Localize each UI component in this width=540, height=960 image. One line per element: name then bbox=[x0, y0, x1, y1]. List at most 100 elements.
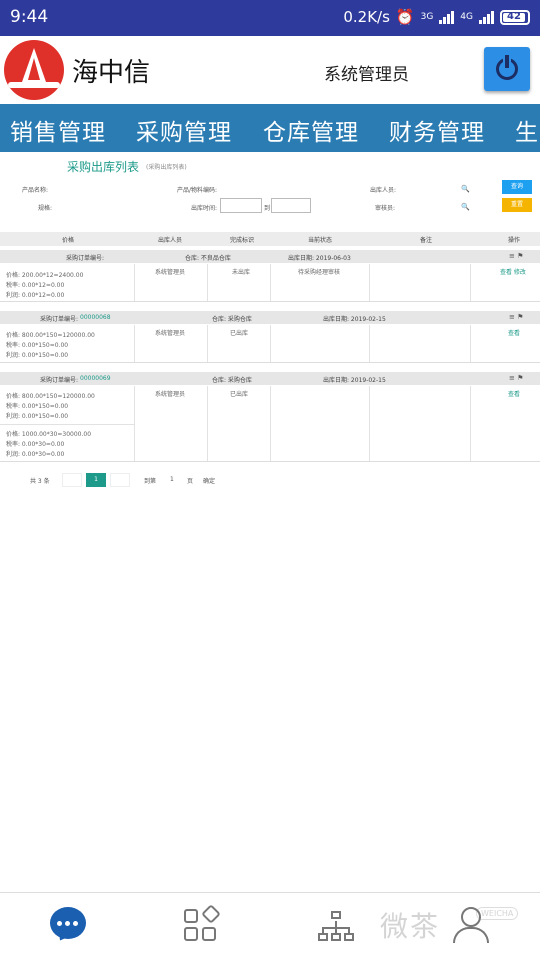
search-button[interactable]: 查询 bbox=[502, 180, 532, 194]
content-panel: 采购出库列表 (采购出库列表) 产品名称: 产品/物料编码: 出库人员: 🔍 查… bbox=[0, 152, 540, 464]
nav-item-warehouse[interactable]: 仓库管理 bbox=[263, 113, 359, 147]
order-group-body: 价格: 800.00*150=120000.00 税率: 0.00*150=0.… bbox=[0, 325, 540, 363]
logo-icon bbox=[4, 40, 64, 100]
completion-flag: 已出库 bbox=[230, 330, 249, 337]
brand-name: 海中信 bbox=[72, 58, 151, 88]
order-group-header: 采购订单编号: 仓库: 不良品仓库 出库日期: 2019-06-03 ≡ ⚑ bbox=[0, 250, 540, 263]
tax-line: 税率: 0.00*30=0.00 bbox=[6, 441, 65, 448]
table-header: 价格 出库人员 完成标识 当前状态 备注 操作 bbox=[0, 232, 540, 246]
tax-line: 税率: 0.00*150=0.00 bbox=[6, 403, 69, 410]
nav-item-production[interactable]: 生 bbox=[515, 113, 539, 147]
reset-button[interactable]: 重置 bbox=[502, 198, 532, 212]
battery-icon: 42 bbox=[500, 9, 530, 25]
profit-line: 利润: 0.00*30=0.00 bbox=[6, 451, 65, 458]
current-status: 待采购经理审核 bbox=[298, 269, 341, 276]
current-page[interactable]: 1 bbox=[86, 473, 106, 487]
alarm-icon: ⏰ bbox=[395, 8, 415, 26]
prev-page-button[interactable] bbox=[62, 473, 82, 487]
column-header: 当前状态 bbox=[308, 237, 333, 244]
warehouse: 仓库: 不良品仓库 bbox=[185, 255, 231, 262]
auditor-label: 审核员: bbox=[375, 205, 396, 212]
profit-line: 利润: 0.00*150=0.00 bbox=[6, 413, 69, 420]
spec-input[interactable] bbox=[52, 199, 147, 214]
tab-chat[interactable] bbox=[38, 903, 98, 953]
product-name-input[interactable] bbox=[52, 181, 147, 196]
search-icon[interactable]: 🔍 bbox=[461, 203, 470, 211]
order-no-label: 采购订单编号: bbox=[40, 377, 79, 384]
outbound-person-label: 出库人员: bbox=[370, 187, 397, 194]
current-user: 系统管理员 bbox=[324, 65, 409, 85]
product-name-label: 产品名称: bbox=[22, 187, 49, 194]
outbound-person-input[interactable] bbox=[398, 181, 458, 196]
next-page-button[interactable] bbox=[110, 473, 130, 487]
order-no-label: 采购订单编号: bbox=[66, 255, 105, 262]
logout-button[interactable] bbox=[484, 47, 530, 91]
main-nav: 销售管理 采购管理 仓库管理 财务管理 生 bbox=[0, 104, 540, 152]
outbound-time-label: 出库时间: bbox=[191, 205, 218, 212]
view-link[interactable]: 查看 bbox=[508, 328, 520, 337]
signal-label-2: 4G bbox=[460, 11, 473, 22]
chat-icon bbox=[50, 907, 86, 939]
spec-label: 规格: bbox=[38, 205, 53, 212]
page-label: 页 bbox=[187, 478, 194, 485]
price-line: 价格: 800.00*150=120000.00 bbox=[6, 393, 95, 400]
tax-line: 税率: 0.00*12=0.00 bbox=[6, 282, 65, 289]
goto-page-input[interactable]: 1 bbox=[170, 476, 174, 483]
tab-apps[interactable] bbox=[172, 903, 232, 953]
product-code-input[interactable] bbox=[222, 181, 322, 196]
status-icons: 0.2K/s ⏰ 3G 4G 42 bbox=[343, 8, 530, 26]
pagination: 共 3 条 1 到第 1 页 确定 bbox=[0, 470, 540, 490]
profit-line: 利润: 0.00*150=0.00 bbox=[6, 352, 69, 359]
outbound-person: 系统管理员 bbox=[155, 269, 186, 276]
price-line: 价格: 200.00*12=2400.00 bbox=[6, 272, 84, 279]
nav-item-sales[interactable]: 销售管理 bbox=[10, 113, 106, 147]
signal-label-1: 3G bbox=[420, 11, 434, 22]
page-title: 采购出库列表 bbox=[67, 160, 140, 174]
order-group-header: 采购订单编号: 00000069 仓库: 采购仓库 出库日期: 2019-02-… bbox=[0, 372, 540, 385]
page-subtitle: (采购出库列表) bbox=[146, 164, 187, 171]
column-header: 操作 bbox=[508, 237, 521, 244]
tab-profile[interactable] bbox=[442, 903, 502, 953]
profit-line: 利润: 0.00*12=0.00 bbox=[6, 292, 65, 299]
net-speed: 0.2K/s bbox=[343, 8, 390, 26]
collapse-icon[interactable]: ≡ ⚑ bbox=[509, 374, 523, 382]
app-header: 海中信 系统管理员 bbox=[0, 36, 540, 104]
column-header: 完成标识 bbox=[230, 237, 255, 244]
completion-flag: 已出库 bbox=[230, 391, 249, 398]
status-bar: 9:44 0.2K/s ⏰ 3G 4G 42 bbox=[0, 0, 540, 36]
order-group-body: 价格: 200.00*12=2400.00 税率: 0.00*12=0.00 利… bbox=[0, 264, 540, 302]
auditor-input[interactable] bbox=[398, 199, 458, 214]
warehouse: 仓库: 采购仓库 bbox=[212, 316, 252, 323]
start-date-input[interactable] bbox=[220, 198, 262, 213]
bottom-nav: 微茶 WEICHA bbox=[0, 892, 540, 960]
to-label: 到 bbox=[264, 205, 271, 212]
view-link[interactable]: 查看 bbox=[508, 389, 520, 398]
confirm-button[interactable]: 确定 bbox=[203, 476, 215, 485]
order-group-body: 价格: 800.00*150=120000.00 税率: 0.00*150=0.… bbox=[0, 386, 540, 462]
battery-level: 42 bbox=[507, 10, 521, 22]
collapse-icon[interactable]: ≡ ⚑ bbox=[509, 252, 523, 260]
nav-item-finance[interactable]: 财务管理 bbox=[389, 113, 485, 147]
price-line: 价格: 1000.00*30=30000.00 bbox=[6, 431, 92, 438]
product-code-label: 产品/物料编码: bbox=[177, 187, 218, 194]
tab-organization[interactable] bbox=[306, 903, 366, 953]
outbound-person: 系统管理员 bbox=[155, 330, 186, 337]
row-actions[interactable]: 查看 修改 bbox=[500, 267, 526, 276]
signal-bars-icon bbox=[479, 10, 494, 24]
end-date-input[interactable] bbox=[271, 198, 311, 213]
outbound-person: 系统管理员 bbox=[155, 391, 186, 398]
column-header: 备注 bbox=[420, 237, 433, 244]
column-header: 价格 bbox=[62, 237, 75, 244]
signal-bars-icon bbox=[439, 10, 455, 24]
outbound-date: 出库日期: 2019-02-15 bbox=[323, 316, 386, 323]
goto-label: 到第 bbox=[144, 478, 157, 485]
price-line: 价格: 800.00*150=120000.00 bbox=[6, 332, 95, 339]
search-icon[interactable]: 🔍 bbox=[461, 185, 470, 193]
order-no-link[interactable]: 00000069 bbox=[80, 375, 111, 382]
nav-item-purchase[interactable]: 采购管理 bbox=[136, 113, 232, 147]
tax-line: 税率: 0.00*150=0.00 bbox=[6, 342, 69, 349]
order-no-link[interactable]: 00000068 bbox=[80, 314, 111, 321]
total-count: 共 3 条 bbox=[30, 478, 50, 485]
completion-flag: 未出库 bbox=[232, 269, 251, 276]
collapse-icon[interactable]: ≡ ⚑ bbox=[509, 313, 523, 321]
